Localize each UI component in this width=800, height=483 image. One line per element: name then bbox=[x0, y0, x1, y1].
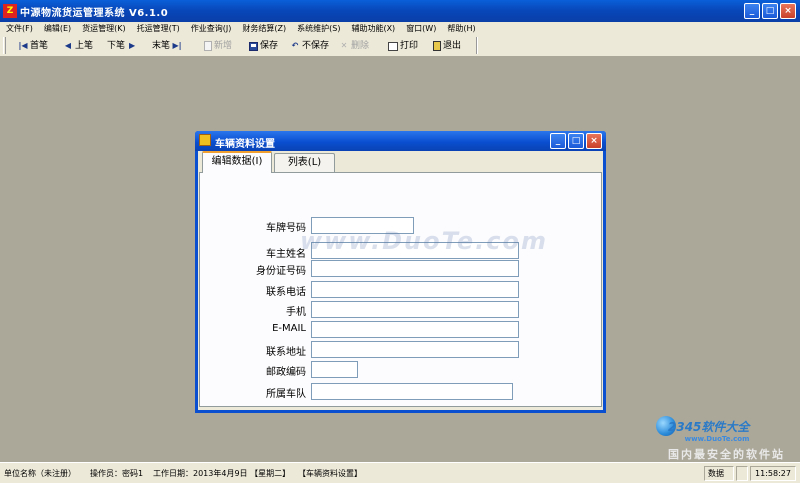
form-window-icon bbox=[199, 134, 211, 146]
toolbar: |◀ 首笔 ◀ 上笔 下笔 ▶ 末笔 ▶| 新增 保存 ↶ 不保存 ✕ 删除 打… bbox=[0, 35, 800, 57]
maximize-button[interactable]: □ bbox=[762, 3, 778, 19]
toolbar-grip[interactable] bbox=[3, 37, 6, 54]
mobile-label: 手机 bbox=[286, 307, 306, 318]
2345-logo-url: www.DuoTe.com bbox=[684, 435, 750, 443]
delete-button[interactable]: ✕ 删除 bbox=[339, 39, 369, 53]
fleet-input[interactable] bbox=[311, 383, 513, 400]
printer-icon bbox=[388, 41, 398, 51]
save-label: 保存 bbox=[260, 41, 279, 51]
child-window-controls: _ □ × bbox=[550, 133, 602, 149]
id-number-label: 身份证号码 bbox=[256, 266, 306, 277]
status-panel-blank bbox=[736, 466, 748, 481]
last-record-icon: ▶| bbox=[172, 41, 182, 50]
delete-label: 删除 bbox=[351, 41, 370, 51]
fleet-label: 所属车队 bbox=[266, 389, 306, 400]
menu-freight[interactable]: 货运管理(K) bbox=[76, 22, 131, 35]
exit-button[interactable]: 退出 bbox=[433, 39, 461, 53]
save-disk-icon bbox=[249, 41, 258, 51]
first-record-icon: |◀ bbox=[18, 41, 28, 50]
next-record-button[interactable]: 下笔 ▶ bbox=[107, 39, 137, 53]
phone-label: 联系电话 bbox=[266, 287, 306, 298]
main-window-controls: _ □ × bbox=[744, 3, 796, 19]
prev-record-label: 上笔 bbox=[75, 41, 94, 51]
close-button[interactable]: × bbox=[780, 3, 796, 19]
last-record-button[interactable]: 末笔 ▶| bbox=[152, 39, 182, 53]
new-label: 新增 bbox=[214, 41, 233, 51]
menu-tools[interactable]: 辅助功能(X) bbox=[345, 22, 400, 35]
menu-window[interactable]: 窗口(W) bbox=[400, 22, 441, 35]
prev-record-button[interactable]: ◀ 上笔 bbox=[63, 39, 93, 53]
exit-label: 退出 bbox=[443, 41, 462, 51]
last-record-label: 末笔 bbox=[152, 41, 171, 51]
menu-consign[interactable]: 托运管理(T) bbox=[131, 22, 185, 35]
status-clock: 11:58:27 bbox=[750, 466, 796, 481]
child-close-button[interactable]: × bbox=[586, 133, 602, 149]
owner-name-label: 车主姓名 bbox=[266, 249, 306, 260]
discard-button[interactable]: ↶ 不保存 bbox=[290, 39, 329, 53]
discard-label: 不保存 bbox=[302, 41, 330, 51]
owner-name-input[interactable] bbox=[311, 242, 519, 259]
safe-site-slogan: 国内最安全的软件站 bbox=[668, 448, 785, 461]
status-workdate: 工作日期：2013年4月9日 【星期二】 bbox=[153, 469, 291, 478]
undo-icon: ↶ bbox=[291, 41, 299, 50]
status-operator: 操作员：密码1 bbox=[90, 469, 144, 478]
status-mode: 数据 bbox=[704, 466, 734, 481]
child-minimize-button[interactable]: _ bbox=[550, 133, 566, 149]
main-title-bar: Z 中源物流货运管理系统 V6.1.0 _ □ × bbox=[0, 0, 800, 22]
menu-system[interactable]: 系统维护(S) bbox=[291, 22, 345, 35]
menu-query[interactable]: 作业查询(J) bbox=[185, 22, 237, 35]
new-button[interactable]: 新增 bbox=[204, 39, 232, 53]
status-bar: 单位名称（未注册） 操作员：密码1 工作日期：2013年4月9日 【星期二】 【… bbox=[0, 462, 800, 483]
app-logo-icon: Z bbox=[3, 4, 17, 18]
status-unit: 单位名称（未注册） bbox=[4, 469, 76, 478]
address-label: 联系地址 bbox=[266, 347, 306, 358]
first-record-label: 首笔 bbox=[30, 41, 49, 51]
minimize-button[interactable]: _ bbox=[744, 3, 760, 19]
id-number-input[interactable] bbox=[311, 260, 519, 277]
tab-edit-data[interactable]: 编辑数据(I) bbox=[202, 151, 272, 173]
email-input[interactable] bbox=[311, 321, 519, 338]
next-record-label: 下笔 bbox=[107, 41, 126, 51]
print-button[interactable]: 打印 bbox=[388, 39, 418, 53]
toolbar-divider bbox=[476, 37, 478, 54]
menu-bar: 文件(F) 编辑(E) 货运管理(K) 托运管理(T) 作业查询(J) 财务结算… bbox=[0, 22, 800, 35]
2345-logo-text: 2345软件大全 bbox=[668, 420, 750, 434]
save-button[interactable]: 保存 bbox=[249, 39, 278, 53]
email-label: E-MAIL bbox=[272, 323, 306, 334]
first-record-button[interactable]: |◀ 首笔 bbox=[18, 39, 48, 53]
2345-logo: 2345软件大全 www.DuoTe.com bbox=[668, 418, 749, 443]
postcode-input[interactable] bbox=[311, 361, 358, 378]
child-maximize-button[interactable]: □ bbox=[568, 133, 584, 149]
next-record-icon: ▶ bbox=[128, 41, 136, 50]
menu-help[interactable]: 帮助(H) bbox=[441, 22, 480, 35]
tab-list[interactable]: 列表(L) bbox=[274, 153, 335, 172]
new-document-icon bbox=[204, 41, 212, 51]
address-input[interactable] bbox=[311, 341, 519, 358]
mobile-input[interactable] bbox=[311, 301, 519, 318]
delete-x-icon: ✕ bbox=[340, 41, 348, 50]
child-title-bar[interactable]: 车辆资料设置 _ □ × bbox=[195, 131, 606, 151]
edit-data-panel: 车牌号码 车主姓名 身份证号码 联系电话 手机 E-MAIL 联系地址 邮政编码… bbox=[199, 172, 602, 407]
plate-number-label: 车牌号码 bbox=[266, 223, 306, 234]
status-module: 【车辆资料设置】 bbox=[298, 469, 362, 478]
postcode-label: 邮政编码 bbox=[266, 367, 306, 378]
app-title: 中源物流货运管理系统 V6.1.0 bbox=[20, 8, 169, 19]
menu-file[interactable]: 文件(F) bbox=[0, 22, 38, 35]
child-window-title: 车辆资料设置 bbox=[215, 139, 275, 150]
prev-record-icon: ◀ bbox=[64, 41, 72, 50]
child-window-body: 编辑数据(I) 列表(L) 车牌号码 车主姓名 身份证号码 联系电话 手机 E-… bbox=[198, 151, 603, 410]
print-label: 打印 bbox=[400, 41, 419, 51]
phone-input[interactable] bbox=[311, 281, 519, 298]
menu-finance[interactable]: 财务结算(Z) bbox=[236, 22, 291, 35]
plate-number-input[interactable] bbox=[311, 217, 414, 234]
menu-edit[interactable]: 编辑(E) bbox=[38, 22, 76, 35]
exit-door-icon bbox=[433, 41, 441, 51]
vehicle-settings-window: 车辆资料设置 _ □ × 编辑数据(I) 列表(L) 车牌号码 车主姓名 身份证… bbox=[195, 131, 606, 413]
